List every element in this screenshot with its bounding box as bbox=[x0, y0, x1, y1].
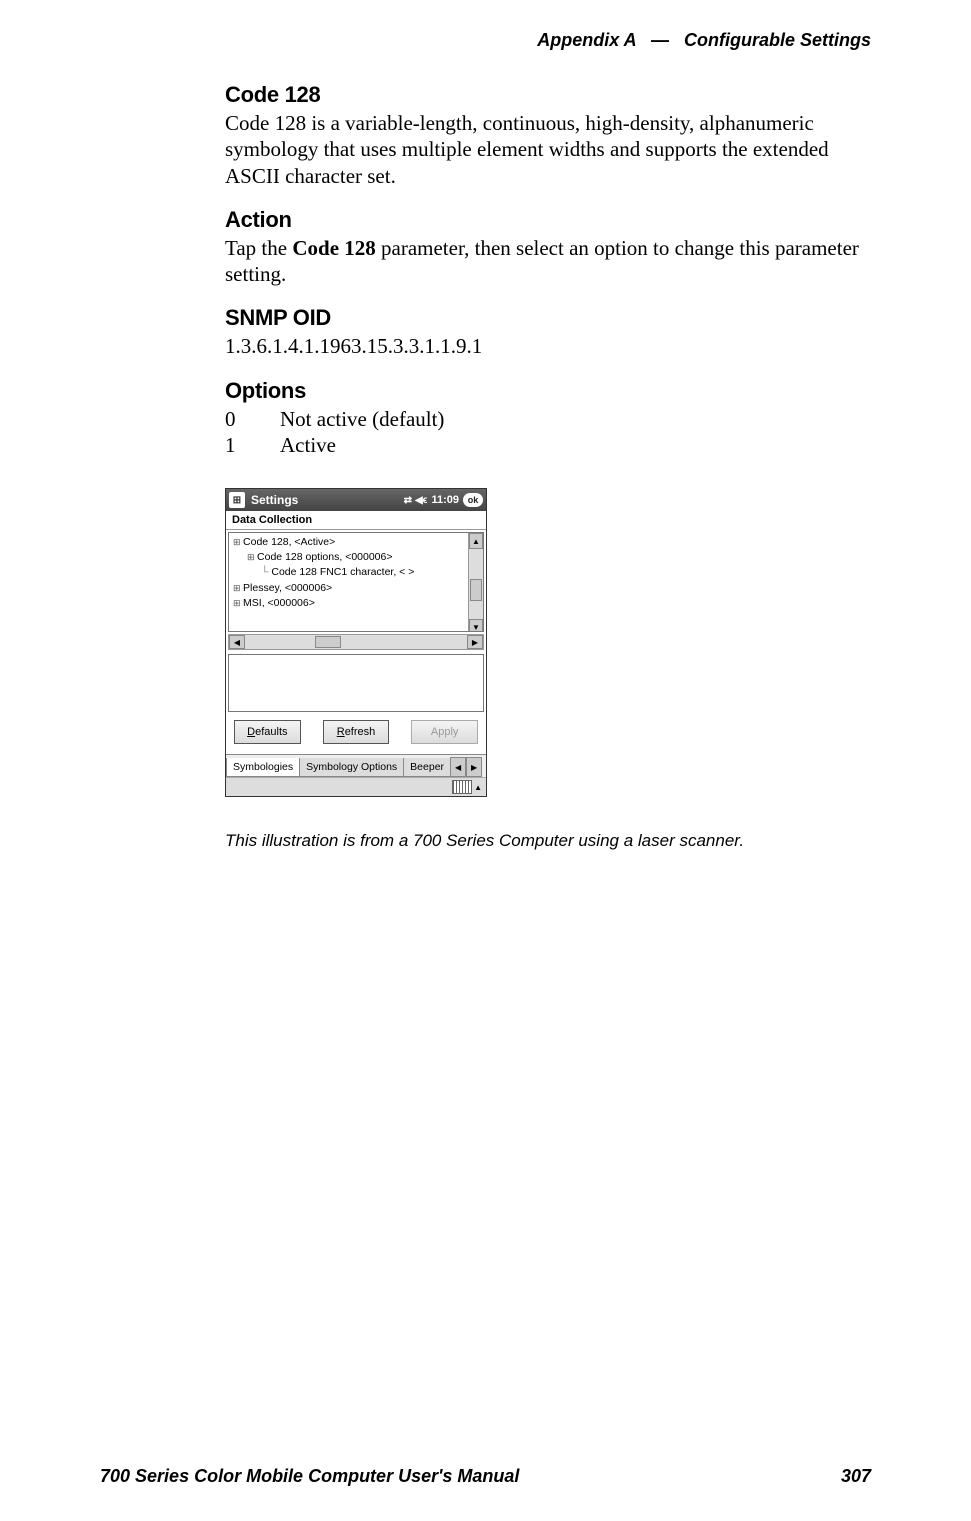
page-footer: 700 Series Color Mobile Computer User's … bbox=[100, 1466, 871, 1487]
scroll-down-button[interactable]: ▼ bbox=[469, 619, 483, 632]
options-heading: Options bbox=[225, 378, 865, 404]
option-key: 0 bbox=[225, 406, 280, 432]
btn-label-rest: efaults bbox=[255, 726, 287, 738]
intro-paragraph: Code 128 is a variable-length, continuou… bbox=[225, 110, 865, 189]
button-row: Defaults Refresh Apply bbox=[226, 718, 486, 754]
tree-item[interactable]: Code 128 FNC1 character, < > bbox=[233, 565, 479, 580]
action-heading: Action bbox=[225, 207, 865, 233]
device-frame: ⊞ Settings ⇄ ◀ϵ 11:09 ok Data Collection… bbox=[225, 488, 487, 797]
panel-title: Data Collection bbox=[226, 511, 486, 530]
status-icons: ⇄ ◀ϵ bbox=[404, 495, 428, 506]
device-screenshot: ⊞ Settings ⇄ ◀ϵ 11:09 ok Data Collection… bbox=[225, 488, 485, 797]
tree-item[interactable]: MSI, <000006> bbox=[233, 597, 315, 609]
footer-manual-title: 700 Series Color Mobile Computer User's … bbox=[100, 1466, 519, 1487]
action-pre: Tap the bbox=[225, 236, 292, 260]
option-label: Active bbox=[280, 433, 336, 457]
action-paragraph: Tap the Code 128 parameter, then select … bbox=[225, 235, 865, 288]
start-flag-icon[interactable]: ⊞ bbox=[229, 492, 245, 508]
apply-button: Apply bbox=[411, 720, 478, 744]
tree-item[interactable]: Code 128 options, <000006> bbox=[233, 550, 479, 565]
vertical-scrollbar[interactable]: ▲ ▼ bbox=[468, 533, 483, 631]
scroll-track[interactable] bbox=[245, 635, 467, 649]
header-separator: — bbox=[641, 30, 679, 51]
snmp-heading: SNMP OID bbox=[225, 305, 865, 331]
option-label: Not active (default) bbox=[280, 407, 444, 431]
figure-caption: This illustration is from a 700 Series C… bbox=[225, 831, 865, 851]
header-appendix: Appendix A bbox=[537, 30, 636, 50]
sip-bar: ▲ bbox=[226, 777, 486, 796]
speaker-icon: ◀ϵ bbox=[415, 495, 427, 506]
snmp-value: 1.3.6.1.4.1.1963.15.3.3.1.1.9.1 bbox=[225, 333, 865, 359]
btn-label-rest: efresh bbox=[345, 726, 376, 738]
device-titlebar: ⊞ Settings ⇄ ◀ϵ 11:09 ok bbox=[226, 489, 486, 511]
scroll-thumb[interactable] bbox=[470, 579, 482, 601]
tree-pane[interactable]: Code 128, <Active> Code 128 options, <00… bbox=[228, 532, 484, 632]
option-row-1: 1Active bbox=[225, 432, 865, 458]
refresh-button[interactable]: Refresh bbox=[323, 720, 390, 744]
header-section: Configurable Settings bbox=[684, 30, 871, 50]
footer-page-number: 307 bbox=[841, 1466, 871, 1487]
value-pane[interactable] bbox=[228, 654, 484, 712]
option-key: 1 bbox=[225, 432, 280, 458]
tree-item[interactable]: Plessey, <000006> bbox=[233, 582, 332, 594]
tab-scroll-right[interactable]: ▶ bbox=[466, 757, 482, 777]
connectivity-icon: ⇄ bbox=[404, 495, 412, 506]
clock: 11:09 bbox=[431, 494, 459, 506]
scroll-right-button[interactable]: ▶ bbox=[467, 635, 483, 649]
tab-strip: Symbologies Symbology Options Beeper ◀ ▶ bbox=[226, 754, 486, 777]
titlebar-app-name: Settings bbox=[251, 493, 298, 507]
option-row-0: 0Not active (default) bbox=[225, 406, 865, 432]
main-content: Code 128 Code 128 is a variable-length, … bbox=[225, 82, 865, 851]
defaults-button[interactable]: Defaults bbox=[234, 720, 301, 744]
tab-beeper[interactable]: Beeper bbox=[403, 758, 451, 777]
horizontal-scrollbar[interactable]: ◀ ▶ bbox=[228, 634, 484, 650]
section-title: Code 128 bbox=[225, 82, 865, 108]
scroll-thumb[interactable] bbox=[315, 636, 341, 648]
tree-content: Code 128, <Active> Code 128 options, <00… bbox=[229, 533, 483, 613]
tab-symbology-options[interactable]: Symbology Options bbox=[299, 758, 404, 777]
scroll-left-button[interactable]: ◀ bbox=[229, 635, 245, 649]
tab-scroll-left[interactable]: ◀ bbox=[450, 757, 466, 777]
page-header: Appendix A — Configurable Settings bbox=[537, 30, 871, 51]
action-bold: Code 128 bbox=[292, 236, 375, 260]
tab-symbologies[interactable]: Symbologies bbox=[226, 758, 300, 777]
keyboard-icon[interactable] bbox=[452, 780, 472, 794]
scroll-up-button[interactable]: ▲ bbox=[469, 533, 483, 549]
tree-item[interactable]: Code 128, <Active> bbox=[233, 536, 335, 548]
scroll-track[interactable] bbox=[469, 549, 483, 619]
ok-button[interactable]: ok bbox=[463, 493, 483, 507]
sip-up-icon[interactable]: ▲ bbox=[474, 783, 482, 792]
